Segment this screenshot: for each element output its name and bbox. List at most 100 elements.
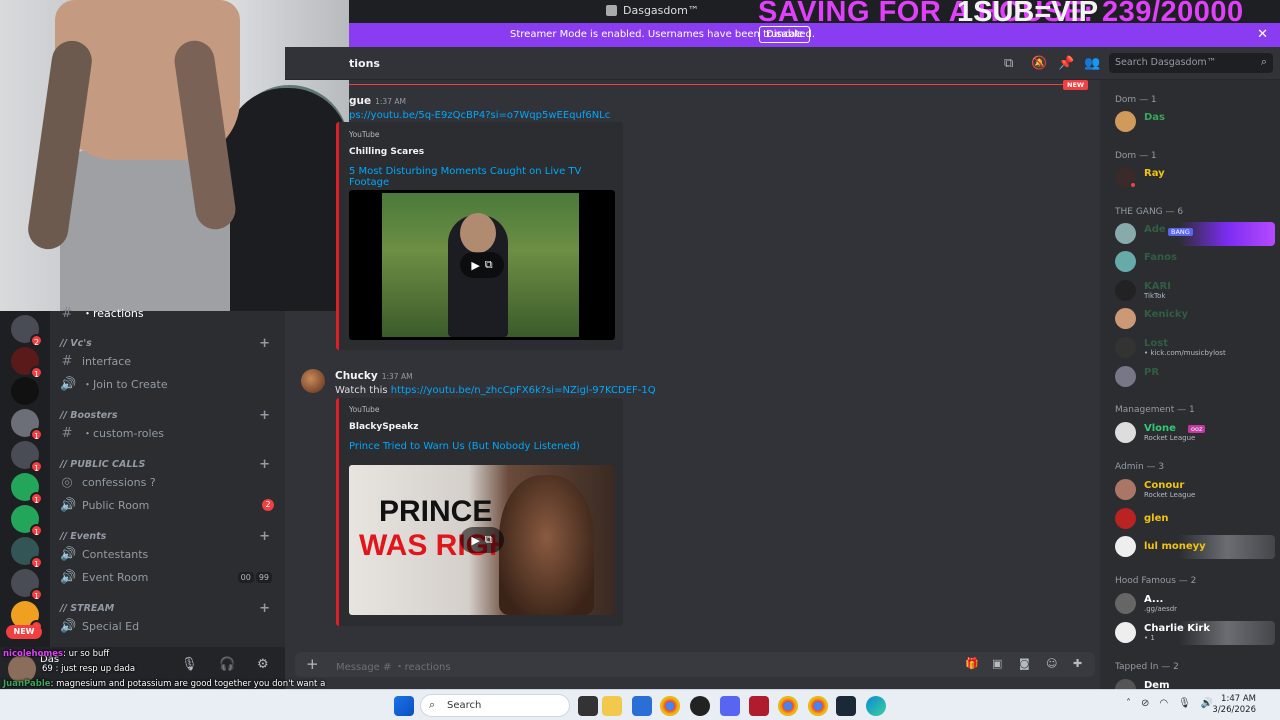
gift-icon[interactable]: 🎁 (965, 657, 979, 670)
avatar[interactable] (301, 369, 325, 393)
notification-bell-icon[interactable]: 🔕 (1031, 56, 1047, 71)
channel-contestants[interactable]: 🔊 Contestants (60, 544, 280, 564)
chrome-icon[interactable] (660, 696, 680, 716)
store-icon[interactable] (632, 696, 652, 716)
member-group-header: Admin — 3 (1115, 462, 1165, 472)
member-list-icon[interactable]: 👥 (1084, 56, 1100, 71)
discord-server-icon[interactable]: 1 (11, 473, 43, 505)
message-author[interactable]: Chucky (335, 370, 378, 382)
file-explorer-icon[interactable] (602, 696, 622, 716)
add-channel-icon[interactable]: + (259, 529, 270, 544)
add-channel-icon[interactable]: + (259, 601, 270, 616)
member-item[interactable]: Charlie Kirk • 1 (1115, 621, 1275, 645)
server-icon[interactable] (11, 377, 39, 405)
windows-start-icon[interactable] (394, 696, 414, 716)
avatar (1115, 308, 1136, 329)
close-icon[interactable]: ✕ (1257, 27, 1268, 42)
message-content: ps://youtu.be/5q-E9zQcBP4?si=o7Wqp5wEEqu… (349, 107, 610, 122)
video-thumbnail[interactable]: PRINCE WAS RIGHT ▶ ⧉ (349, 465, 615, 615)
category-stream[interactable]: // STREAM + (60, 600, 280, 616)
server-icon[interactable]: 1 (11, 347, 43, 379)
category-boosters[interactable]: // Boosters + (60, 407, 280, 423)
member-item[interactable]: PR (1115, 365, 1275, 389)
server-icon[interactable]: 1 (11, 537, 43, 569)
channel-join-to-create[interactable]: 🔊 ・Join to Create (60, 374, 280, 394)
server-icon[interactable]: 1 (11, 409, 43, 441)
server-badge: 1 (30, 492, 43, 505)
volume-icon[interactable]: 🔊 (1201, 698, 1213, 709)
server-icon[interactable]: 1 (11, 441, 43, 473)
add-attachment-icon[interactable]: + (306, 655, 319, 673)
network-off-icon[interactable]: ⊘ (1141, 698, 1149, 709)
taskbar-search[interactable]: ⌕ Search (420, 694, 570, 717)
apps-icon[interactable]: ✚ (1073, 657, 1082, 670)
channel-public-room[interactable]: 🔊 Public Room 2 (60, 495, 280, 515)
add-channel-icon[interactable]: + (259, 408, 270, 423)
embed-title[interactable]: Prince Tried to Warn Us (But Nobody List… (349, 441, 580, 452)
steam-icon[interactable] (836, 696, 856, 716)
edge-icon[interactable] (866, 696, 886, 716)
play-button[interactable]: ▶ ⧉ (460, 527, 504, 553)
member-item[interactable]: Conour Rocket League (1115, 478, 1275, 502)
member-item[interactable]: Das (1115, 110, 1275, 134)
pin-icon[interactable]: 📌 (1058, 56, 1074, 71)
member-item[interactable]: glen (1115, 507, 1275, 531)
member-item[interactable]: A... .gg/aesdr (1115, 592, 1275, 616)
member-item[interactable]: lul moneyy (1115, 535, 1275, 559)
external-link-icon: ⧉ (484, 258, 493, 271)
embed-channel[interactable]: Chilling Scares (349, 147, 424, 157)
server-icon[interactable]: 2 (11, 315, 43, 347)
discord-server-icon[interactable]: 1 (11, 505, 43, 537)
channel-confessions[interactable]: ◎ confessions ? (60, 472, 280, 492)
channel-label: ・reactions (82, 307, 144, 320)
server-icon[interactable]: 1 (11, 569, 43, 601)
video-thumbnail[interactable]: ▶ ⧉ (349, 190, 615, 340)
discord-icon[interactable] (720, 696, 740, 716)
member-activity: Rocket League (1144, 434, 1196, 442)
embed-channel[interactable]: BlackySpeakz (349, 422, 419, 432)
member-item[interactable]: KARI TikTok (1115, 279, 1275, 303)
chrome-icon[interactable] (808, 696, 828, 716)
message-link[interactable]: ps://youtu.be/5q-E9zQcBP4?si=o7Wqp5wEEqu… (349, 110, 610, 121)
chevron-up-icon[interactable]: ˄ (1126, 698, 1131, 709)
category-vcs[interactable]: // Vc's + (60, 335, 280, 351)
channel-custom-roles[interactable]: # ・custom-roles (60, 423, 280, 443)
channel-interface[interactable]: # interface (60, 351, 280, 371)
mic-icon[interactable]: 🎙 (1178, 698, 1191, 709)
message-author[interactable]: gue (349, 95, 371, 107)
new-unreads-pill[interactable]: NEW (6, 625, 42, 639)
member-item[interactable]: Vlone ooz Rocket League (1115, 421, 1275, 445)
member-item[interactable]: Fanos (1115, 250, 1275, 274)
taskbar-clock[interactable]: 1:47 AM 3/26/2026 (1212, 694, 1256, 716)
new-messages-tag: NEW (1063, 80, 1089, 90)
category-events[interactable]: // Events + (60, 528, 280, 544)
search-input[interactable]: Search Dasgasdom™ ⌕ (1109, 53, 1273, 73)
member-item[interactable]: Ade BANG (1115, 222, 1275, 246)
channel-reactions[interactable]: # ・reactions (60, 303, 280, 323)
member-item[interactable]: Dem (1115, 678, 1275, 689)
threads-icon[interactable]: ⧉ (1004, 56, 1013, 71)
add-channel-icon[interactable]: + (259, 336, 270, 351)
member-item[interactable]: Kenicky (1115, 307, 1275, 331)
wifi-icon[interactable]: ◠ (1159, 698, 1168, 709)
category-public-calls[interactable]: // PUBLIC CALLS + (60, 456, 280, 472)
message-composer[interactable]: + Message # ・reactions 🎁 ▣ ◙ ☺ ✚ (295, 652, 1095, 677)
message-link[interactable]: https://youtu.be/n_zhcCpFX6k?si=NZigl-97… (391, 385, 656, 396)
acrobat-icon[interactable] (749, 696, 769, 716)
obs-icon[interactable] (690, 696, 710, 716)
add-channel-icon[interactable]: + (259, 457, 270, 472)
stream-chat-overlay: nicolehomes: ur so buff 69 : just resp u… (0, 647, 325, 689)
chrome-icon[interactable] (778, 696, 798, 716)
member-item[interactable]: Ray (1115, 166, 1275, 190)
play-button[interactable]: ▶ ⧉ (460, 252, 504, 278)
sticker-icon[interactable]: ◙ (1019, 657, 1030, 670)
channel-label: Public Room (82, 498, 150, 512)
member-item[interactable]: Lost • kick.com/musicbylost (1115, 336, 1275, 360)
task-view-icon[interactable] (578, 696, 598, 716)
emoji-icon[interactable]: ☺ (1046, 657, 1057, 670)
channel-special-ed[interactable]: 🔊 Special Ed (60, 616, 280, 636)
gif-icon[interactable]: ▣ (992, 657, 1002, 670)
embed-title[interactable]: 5 Most Disturbing Moments Caught on Live… (349, 166, 623, 188)
stream-chat-line: nicolehomes: ur so buff (3, 649, 109, 659)
channel-event-room[interactable]: 🔊 Event Room 00 99 (60, 567, 280, 587)
